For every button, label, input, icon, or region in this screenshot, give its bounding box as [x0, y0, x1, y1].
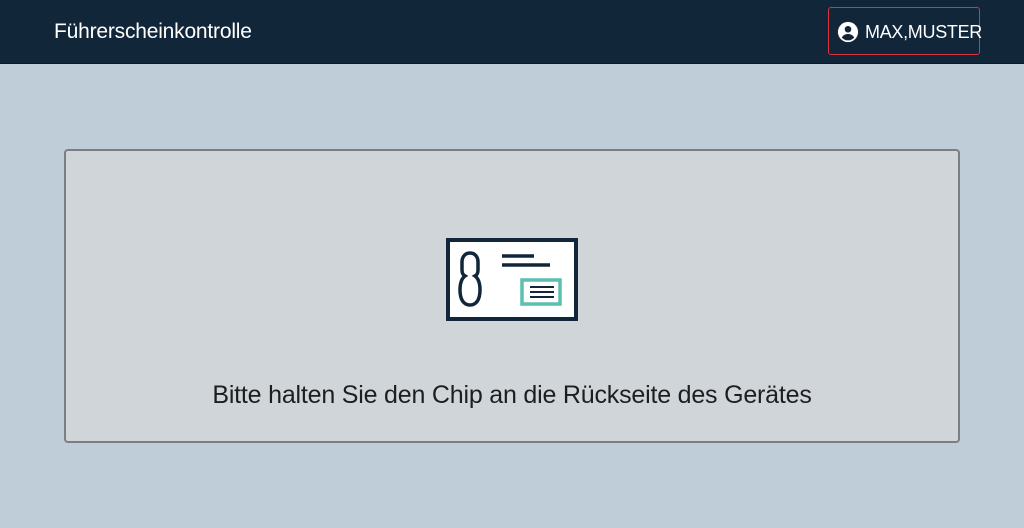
chip-instruction-card: Bitte halten Sie den Chip an die Rücksei…: [64, 149, 960, 443]
app-title: Führerscheinkontrolle: [54, 20, 252, 43]
user-name-label: MAX,MUSTER: [865, 22, 983, 42]
account-circle-icon: [837, 21, 859, 43]
instruction-message: Bitte halten Sie den Chip an die Rücksei…: [212, 381, 812, 409]
user-account-button[interactable]: MAX,MUSTER: [828, 7, 983, 55]
app-header: Führerscheinkontrolle MAX,MUSTER: [0, 0, 1024, 64]
id-card-icon: [446, 238, 578, 321]
